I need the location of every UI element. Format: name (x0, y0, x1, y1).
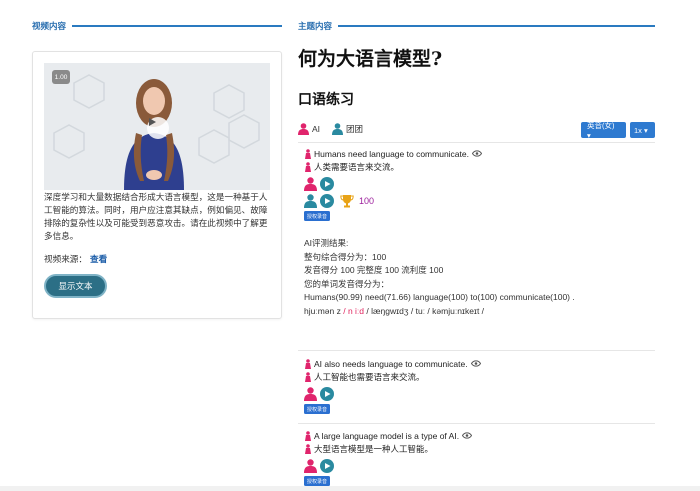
result-word-heading: 您的单词发音得分为： (304, 278, 390, 289)
video-section-label: 视频内容 (32, 21, 67, 31)
role-team[interactable]: 团团 (332, 123, 363, 135)
female-speaker-icon (305, 430, 311, 441)
result-phonetic: hjuːmən z / n iːd / læŋɡwɪdʒ / tuː / kəm… (304, 305, 649, 319)
female-speaker-icon (305, 358, 311, 369)
sentence-user-controls: 100 (304, 193, 649, 209)
sentence-item: AI also needs language to communicate. 人… (304, 357, 649, 414)
female-speaker-icon (305, 443, 311, 454)
video-card: 1.00 深度学习和大量数据结合形成大语言模型，这是一种基于人工智能的算法。同时… (32, 51, 282, 319)
section-subtitle: 口语练习 (298, 92, 354, 108)
sentence-zh-text: 大型语言模型是一种人工智能。 (314, 443, 434, 454)
female-user-icon (298, 123, 309, 135)
phonetic-word-2: n iːd (347, 305, 365, 316)
section-divider-line (338, 25, 655, 27)
sentence-en-text: A large language model is a type of AI. (314, 430, 460, 441)
eye-icon[interactable] (471, 150, 482, 157)
result-detail: 发音得分 100 完整度 100 流利度 100 (304, 265, 444, 275)
play-audio-icon[interactable] (320, 387, 334, 401)
row-divider (298, 350, 655, 351)
sentence-item: Humans need language to communicate. 人类需… (304, 147, 649, 221)
sentence-zh-row: 人类需要语言来交流。 (304, 160, 649, 173)
ai-evaluation-result: AI评测结果: 整句综合得分为：100 发音得分 100 完整度 100 流利度… (304, 237, 649, 318)
video-source-link[interactable]: 查看 (90, 254, 107, 264)
sentence-en-row: Humans need language to communicate. (304, 147, 649, 160)
sentence-en-text: AI also needs language to communicate. (314, 358, 468, 369)
section-divider-line (72, 25, 282, 27)
row-divider (298, 423, 655, 424)
video-section-header: 视频内容 (32, 19, 282, 33)
page-bottom-edge (0, 486, 700, 491)
phonetic-rest: / læŋɡwɪdʒ / tuː / kəmjuːnɪkeɪt / (364, 305, 485, 316)
topic-section-header: 主题内容 (298, 19, 655, 33)
row-divider (298, 142, 655, 143)
record-button[interactable]: 授权录音 (304, 404, 331, 414)
video-description: 深度学习和大量数据结合形成大语言模型，这是一种基于人工智能的算法。同时，用户应注… (44, 192, 268, 241)
sentence-score: 100 (359, 196, 375, 206)
role-ai[interactable]: AI (298, 123, 320, 135)
sentence-en-row: A large language model is a type of AI. (304, 429, 649, 442)
speed-select[interactable]: 1x ▾ (630, 122, 655, 138)
video-source: 视频来源： 查看 (44, 253, 107, 265)
female-user-icon[interactable] (304, 177, 317, 191)
play-audio-icon[interactable] (320, 459, 334, 473)
sentence-zh-row: 大型语言模型是一种人工智能。 (304, 442, 649, 455)
female-user-icon[interactable] (304, 459, 317, 473)
show-text-button[interactable]: 显示文本 (44, 274, 107, 298)
sentence-zh-text: 人工智能也需要语言来交流。 (314, 371, 425, 382)
role-selector: AI 团团 (298, 123, 375, 135)
result-heading: AI评测结果: (304, 238, 349, 248)
role-team-label: 团团 (346, 124, 364, 134)
playback-speed-badge[interactable]: 1.00 (52, 70, 70, 84)
result-words: Humans(90.99) need(71.66) language(100) … (304, 292, 575, 302)
role-ai-label: AI (312, 124, 321, 134)
play-button[interactable] (147, 117, 169, 139)
phonetic-separator: / (340, 305, 348, 316)
male-user-icon[interactable] (304, 194, 317, 208)
female-speaker-icon (305, 148, 311, 159)
phonetic-word-1: hjuːmən z (304, 305, 341, 316)
sentence-item: A large language model is a type of AI. … (304, 429, 649, 486)
sentence-controls (304, 386, 649, 402)
sentence-en-row: AI also needs language to communicate. (304, 357, 649, 370)
video-source-label: 视频来源： (44, 254, 87, 264)
record-button[interactable]: 授权录音 (304, 211, 331, 221)
sentence-zh-text: 人类需要语言来交流。 (314, 161, 400, 172)
video-player[interactable]: 1.00 (44, 63, 270, 190)
sentence-en-text: Humans need language to communicate. (314, 148, 469, 159)
voice-select[interactable]: 英音(女) ▾ (581, 121, 626, 140)
eye-icon[interactable] (470, 360, 481, 367)
play-audio-icon[interactable] (320, 194, 334, 208)
topic-section-label: 主题内容 (298, 21, 333, 31)
play-icon (149, 118, 156, 126)
play-audio-icon[interactable] (320, 177, 334, 191)
female-speaker-icon (305, 371, 311, 382)
record-button[interactable]: 授权录音 (304, 476, 331, 486)
eye-icon[interactable] (462, 432, 473, 439)
sentence-zh-row: 人工智能也需要语言来交流。 (304, 370, 649, 383)
female-speaker-icon (305, 161, 311, 172)
female-user-icon[interactable] (304, 387, 317, 401)
result-overall: 整句综合得分为：100 (304, 251, 387, 262)
trophy-icon (340, 195, 354, 208)
sentence-controls (304, 458, 649, 474)
page-title: 何为大语言模型? (298, 48, 443, 70)
male-user-icon (332, 123, 344, 135)
sentence-controls (304, 176, 649, 192)
